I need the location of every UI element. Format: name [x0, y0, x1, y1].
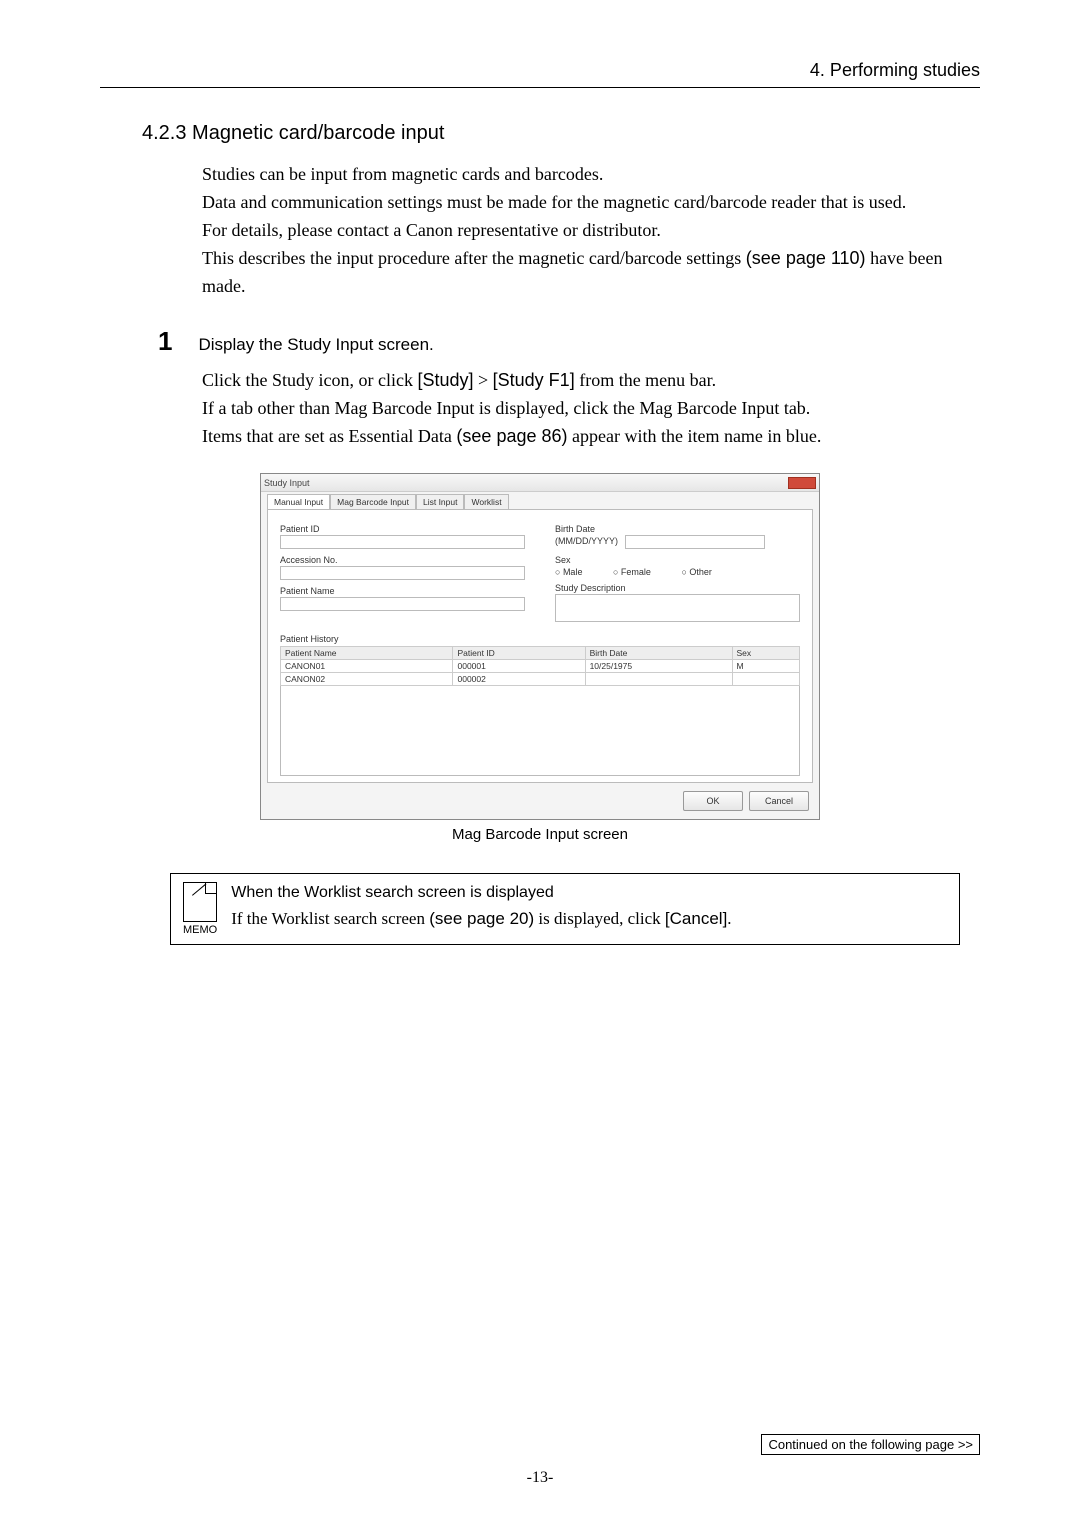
memo-b: (see page 20): [429, 909, 534, 928]
s1l3a: Items that are set as Essential Data: [202, 426, 456, 446]
patient-history-table: Patient Name Patient ID Birth Date Sex C…: [280, 646, 800, 686]
intro-line-3: For details, please contact a Canon repr…: [202, 217, 960, 245]
th-birth-date: Birth Date: [585, 647, 732, 660]
memo-c: is displayed, click: [534, 909, 665, 928]
page-number: -13-: [0, 1469, 1080, 1487]
table-row[interactable]: CANON02 000002: [281, 673, 800, 686]
table-row[interactable]: CANON01 000001 10/25/1975 M: [281, 660, 800, 673]
memo-box: MEMO When the Worklist search screen is …: [170, 873, 960, 945]
cell-sex: [732, 673, 799, 686]
intro-line-2: Data and communication settings must be …: [202, 189, 960, 217]
label-patient-history: Patient History: [280, 634, 800, 644]
tab-worklist[interactable]: Worklist: [464, 494, 508, 509]
screenshot-caption: Mag Barcode Input screen: [260, 826, 820, 843]
input-study-description[interactable]: [555, 594, 800, 622]
label-study-description: Study Description: [555, 583, 800, 593]
birth-date-format: (MM/DD/YYYY): [555, 536, 618, 546]
memo-icon: [183, 882, 217, 922]
label-patient-id: Patient ID: [280, 524, 525, 534]
memo-icon-wrap: MEMO: [183, 882, 217, 936]
tab-manual-input[interactable]: Manual Input: [267, 494, 330, 509]
intro-4a: This describes the input procedure after…: [202, 248, 746, 268]
cell-birth: 10/25/1975: [585, 660, 732, 673]
s1l1c: >: [474, 370, 493, 390]
dialog-title: Study Input: [264, 478, 310, 488]
tab-list-input[interactable]: List Input: [416, 494, 465, 509]
radio-male-label: Male: [563, 567, 583, 577]
memo-a: If the Worklist search screen: [231, 909, 429, 928]
study-input-dialog: Study Input Manual Input Mag Barcode Inp…: [260, 473, 820, 820]
s1l1e: from the menu bar.: [575, 370, 716, 390]
input-patient-id[interactable]: [280, 535, 525, 549]
th-patient-id: Patient ID: [453, 647, 585, 660]
cell-birth: [585, 673, 732, 686]
label-accession-no: Accession No.: [280, 555, 525, 565]
step-1-line-2: If a tab other than Mag Barcode Input is…: [202, 395, 980, 423]
s1l1a: Click the Study icon, or click: [202, 370, 417, 390]
form-area: Patient ID Accession No. Patient Name Bi…: [267, 509, 813, 783]
table-header-row: Patient Name Patient ID Birth Date Sex: [281, 647, 800, 660]
form-right-column: Birth Date (MM/DD/YYYY) Sex ○ Male ○ Fem…: [555, 518, 800, 622]
step-number: 1: [158, 326, 172, 357]
step-title: Display the Study Input screen.: [198, 335, 433, 355]
memo-body: If the Worklist search screen (see page …: [231, 907, 731, 931]
dialog-tabs: Manual Input Mag Barcode Input List Inpu…: [261, 492, 819, 509]
cell-id: 000002: [453, 673, 585, 686]
sex-radio-group: ○ Male ○ Female ○ Other: [555, 567, 800, 577]
radio-female-label: Female: [621, 567, 651, 577]
cell-name: CANON01: [281, 660, 453, 673]
s1l1b: [Study]: [417, 370, 473, 390]
cancel-button[interactable]: Cancel: [749, 791, 809, 811]
intro-4b-ref: (see page 110): [746, 248, 866, 268]
step-1-header: 1 Display the Study Input screen.: [158, 326, 980, 357]
s1l3c: appear with the item name in blue.: [568, 426, 822, 446]
input-accession-no[interactable]: [280, 566, 525, 580]
cell-id: 000001: [453, 660, 585, 673]
form-left-column: Patient ID Accession No. Patient Name: [280, 518, 525, 622]
birth-date-row: (MM/DD/YYYY): [555, 534, 800, 549]
table-empty-space: [280, 686, 800, 776]
dialog-button-bar: OK Cancel: [261, 783, 819, 819]
continued-notice: Continued on the following page >>: [761, 1434, 980, 1455]
tab-mag-barcode-input[interactable]: Mag Barcode Input: [330, 494, 416, 509]
s1l3b: (see page 86): [456, 426, 567, 446]
cell-name: CANON02: [281, 673, 453, 686]
radio-female[interactable]: ○ Female: [613, 567, 665, 577]
memo-heading: When the Worklist search screen is displ…: [231, 882, 731, 904]
s1l1d: [Study F1]: [493, 370, 575, 390]
radio-male[interactable]: ○ Male: [555, 567, 596, 577]
memo-e: .: [727, 909, 731, 928]
dialog-titlebar: Study Input: [261, 474, 819, 492]
memo-d: [Cancel]: [665, 909, 727, 928]
section-heading: 4.2.3 Magnetic card/barcode input: [142, 122, 980, 145]
label-patient-name: Patient Name: [280, 586, 525, 596]
memo-content: When the Worklist search screen is displ…: [231, 882, 731, 930]
label-birth-date: Birth Date: [555, 524, 800, 534]
chapter-title: 4. Performing studies: [100, 60, 980, 81]
input-patient-name[interactable]: [280, 597, 525, 611]
label-sex: Sex: [555, 555, 800, 565]
radio-other[interactable]: ○ Other: [681, 567, 725, 577]
input-birth-date[interactable]: [625, 535, 765, 549]
page-header: 4. Performing studies: [100, 60, 980, 88]
step-1-line-1: Click the Study icon, or click [Study] >…: [202, 367, 980, 395]
close-icon[interactable]: [788, 477, 816, 489]
radio-other-label: Other: [689, 567, 712, 577]
intro-line-1: Studies can be input from magnetic cards…: [202, 161, 960, 189]
cell-sex: M: [732, 660, 799, 673]
th-patient-name: Patient Name: [281, 647, 453, 660]
th-sex: Sex: [732, 647, 799, 660]
intro-block: Studies can be input from magnetic cards…: [202, 161, 960, 300]
screenshot-container: Study Input Manual Input Mag Barcode Inp…: [260, 473, 820, 843]
memo-label: MEMO: [183, 924, 217, 936]
intro-line-4: This describes the input procedure after…: [202, 245, 960, 301]
step-1-line-3: Items that are set as Essential Data (se…: [202, 423, 980, 451]
step-1-body: Click the Study icon, or click [Study] >…: [202, 367, 980, 451]
ok-button[interactable]: OK: [683, 791, 743, 811]
